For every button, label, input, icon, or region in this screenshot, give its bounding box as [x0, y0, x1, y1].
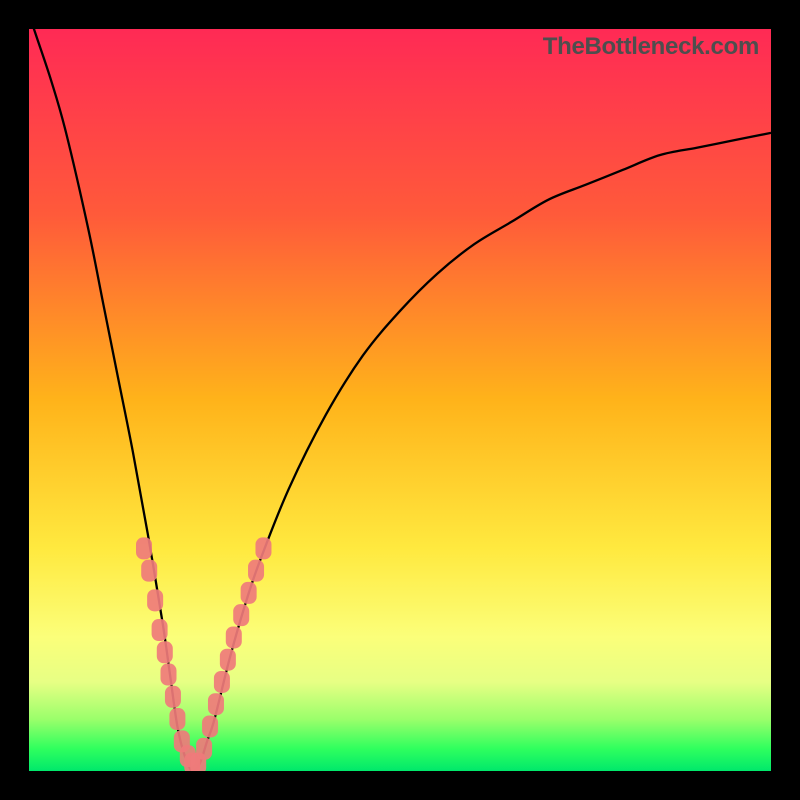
points-left	[136, 537, 200, 771]
data-point	[136, 537, 152, 559]
watermark-text: TheBottleneck.com	[543, 33, 759, 61]
curve-layer	[29, 29, 771, 771]
data-point	[202, 715, 218, 737]
data-point	[214, 671, 230, 693]
data-point	[152, 619, 168, 641]
data-point	[208, 693, 224, 715]
bottleneck-curve	[29, 29, 771, 771]
data-point	[157, 641, 173, 663]
points-right	[190, 537, 271, 771]
plot-area: TheBottleneck.com	[29, 29, 771, 771]
data-point	[248, 560, 264, 582]
data-point	[255, 537, 271, 559]
data-point	[226, 626, 242, 648]
data-point	[169, 708, 185, 730]
data-point	[165, 686, 181, 708]
data-point	[220, 649, 236, 671]
data-point	[241, 582, 257, 604]
data-point	[141, 560, 157, 582]
data-point	[147, 589, 163, 611]
data-point	[233, 604, 249, 626]
data-point	[196, 738, 212, 760]
data-point	[160, 664, 176, 686]
chart-root: TheBottleneck.com	[0, 0, 800, 800]
